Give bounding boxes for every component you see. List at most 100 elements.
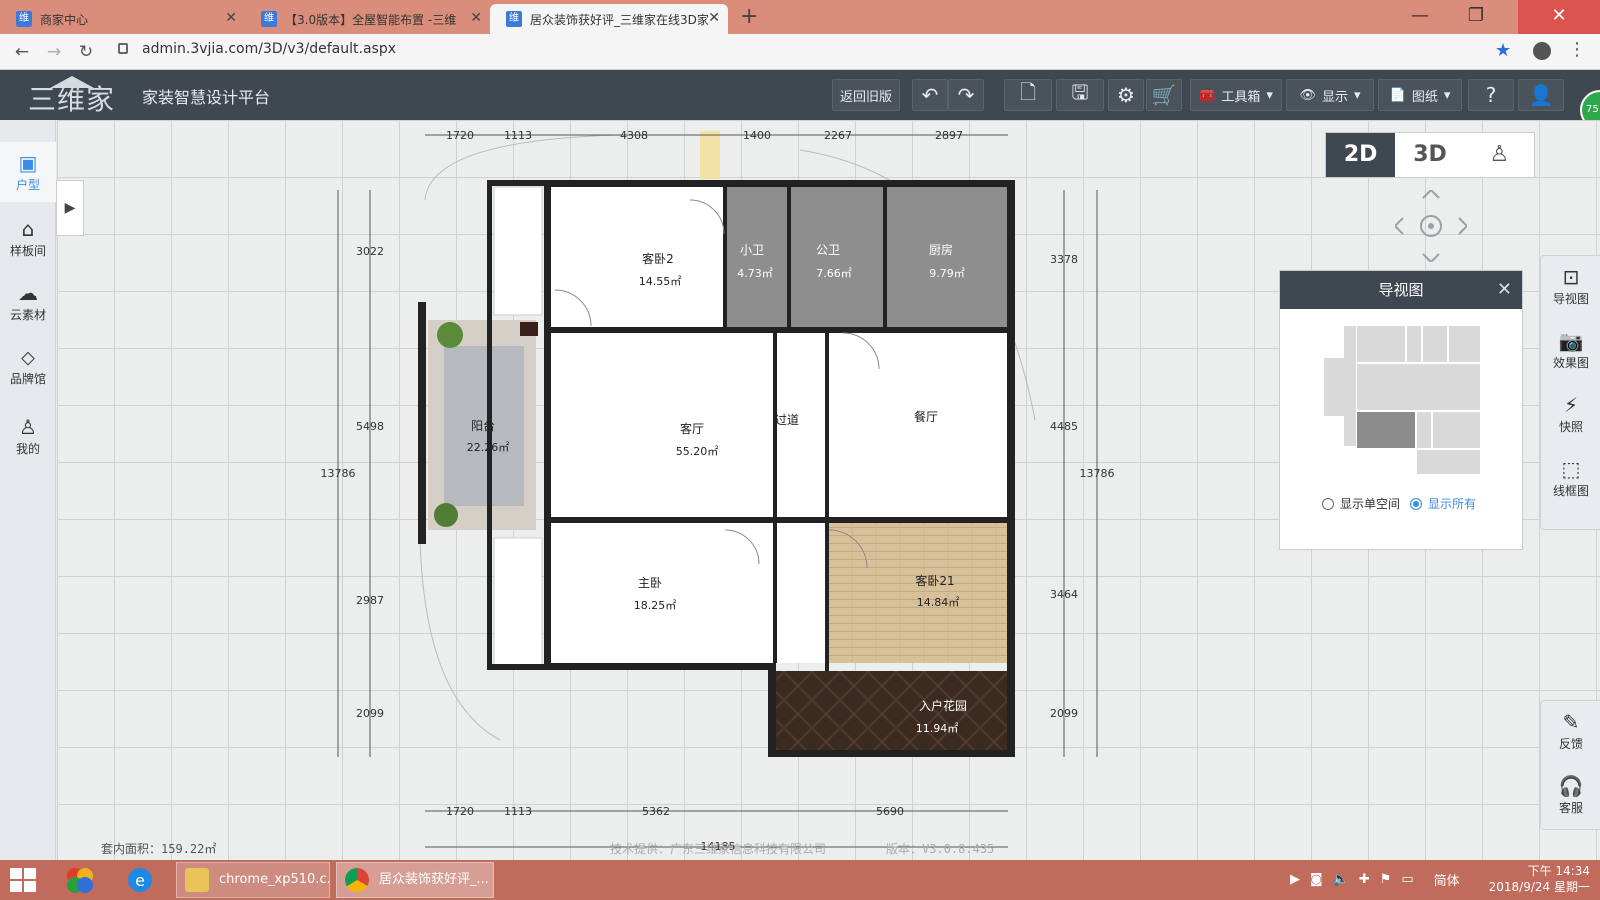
pan-up-icon[interactable] — [1422, 190, 1440, 199]
room-label: 餐厅 — [914, 409, 938, 424]
ime-indicator[interactable]: 简体 — [1434, 870, 1460, 889]
plant-decoration — [434, 503, 458, 527]
skylight — [700, 131, 720, 179]
menu-kebab-icon[interactable]: ⋮ — [1568, 39, 1586, 60]
navigation-pad[interactable] — [1395, 190, 1467, 262]
room-entry-garden[interactable] — [776, 671, 1009, 755]
dimension-label: 3022 — [356, 245, 384, 258]
browser-tab-3[interactable]: 维 居众装饰获好评_三维家在线3D家 ✕ — [490, 4, 728, 34]
radio-button — [1410, 498, 1423, 510]
pinwheel-app-icon[interactable] — [58, 864, 102, 896]
dimension-label: 1113 — [504, 129, 532, 142]
profile-icon[interactable] — [1533, 42, 1551, 60]
tab-close-icon[interactable]: ✕ — [470, 10, 482, 26]
undo-icon[interactable]: ↶ — [912, 79, 948, 111]
room-area: 55.20㎡ — [676, 445, 719, 458]
taskbar-clock[interactable]: 下午 14:34 2018/9/24 星期一 — [1480, 863, 1590, 895]
view-2d-button[interactable]: 2D — [1326, 133, 1396, 177]
back-old-version-button[interactable]: 返回旧版 — [832, 79, 900, 111]
taskbar-task-chrome[interactable]: 居众装饰获好评_... — [336, 862, 494, 898]
back-arrow-icon[interactable]: ← — [10, 40, 34, 64]
browser-tab-1[interactable]: 维 商家中心 ✕ — [0, 4, 245, 34]
pan-left-icon[interactable] — [1395, 217, 1404, 235]
panel-expand-button[interactable]: ▶ — [56, 180, 84, 236]
sidebar-item-brand[interactable]: ⬦ 品牌馆 — [0, 336, 56, 396]
sidebar-item-mine[interactable]: ♙ 我的 — [0, 406, 56, 466]
sidebar-item-floorplan[interactable]: ▣ 户型 — [0, 142, 56, 202]
tray-arrow-icon[interactable]: ▶ — [1290, 872, 1300, 887]
save-icon[interactable]: 🖫 — [1056, 79, 1104, 111]
room-living[interactable] — [548, 333, 773, 519]
view-walk-button[interactable]: ♙ — [1465, 133, 1534, 177]
display-button[interactable]: 👁 显示 ▾ — [1286, 79, 1374, 111]
pan-down-icon[interactable] — [1422, 253, 1440, 262]
tool-support[interactable]: 🎧 客服 — [1541, 767, 1600, 829]
user-menu-icon[interactable]: 👤 — [1518, 79, 1564, 111]
room-guest-bedroom-21[interactable] — [829, 523, 1009, 663]
taskbar-task-folder[interactable]: chrome_xp510.c... — [176, 862, 330, 898]
tool-render[interactable]: 📷 效果图 — [1541, 322, 1600, 384]
drawings-button[interactable]: 📄 图纸 ▾ — [1378, 79, 1462, 111]
room-label: 过道 — [775, 413, 799, 427]
dimension-total: 13786 — [321, 467, 356, 480]
room-area: 7.66㎡ — [816, 267, 852, 280]
snapshot-icon: ⚡ — [1563, 393, 1579, 417]
forward-arrow-icon[interactable]: → — [42, 40, 66, 64]
sidebar-item-showroom[interactable]: ⌂ 样板间 — [0, 208, 56, 268]
show-single-space-radio[interactable]: 显示单空间 — [1322, 495, 1400, 512]
flag-icon[interactable]: ⚑ — [1380, 872, 1392, 887]
close-window-button[interactable]: ✕ — [1518, 0, 1600, 34]
room-guest-bedroom-2[interactable] — [548, 185, 726, 327]
tray-plus-icon[interactable]: ✚ — [1359, 872, 1370, 887]
tool-feedback[interactable]: ✎ 反馈 — [1541, 703, 1600, 765]
tray-app-icon[interactable]: ◙ — [1310, 872, 1323, 887]
task-label: 居众装饰获好评_... — [379, 872, 489, 887]
tool-snapshot[interactable]: ⚡ 快照 — [1541, 386, 1600, 448]
room-master-bedroom[interactable] — [548, 523, 773, 663]
tab-title: 居众装饰获好评_三维家在线3D家 — [530, 12, 709, 27]
ie-browser-icon[interactable]: e — [118, 864, 162, 896]
toolbox-button[interactable]: 🧰 工具箱 ▾ — [1190, 79, 1282, 111]
room-label: 客卧2 — [642, 251, 674, 266]
view-3d-button[interactable]: 3D — [1395, 133, 1464, 177]
windows-start-icon[interactable] — [8, 866, 38, 894]
url-field[interactable]: admin.3vjia.com/3D/v3/default.aspx — [118, 41, 396, 57]
briefcase-icon: 🧰 — [1199, 87, 1216, 103]
tool-wireframe[interactable]: ⬚ 线框图 — [1541, 450, 1600, 512]
tab-close-icon[interactable]: ✕ — [708, 10, 720, 26]
minimap[interactable] — [1324, 326, 1480, 476]
room-corridor-lower — [777, 523, 825, 663]
cart-icon[interactable]: 🛒 — [1146, 79, 1182, 111]
center-dot — [1428, 223, 1434, 229]
tab-close-icon[interactable]: ✕ — [225, 10, 237, 26]
room-dining[interactable] — [829, 333, 1009, 519]
pan-right-icon[interactable] — [1458, 217, 1467, 235]
new-file-icon[interactable]: 🗋 — [1004, 79, 1052, 111]
browser-tab-2[interactable]: 维 【3.0版本】全屋智能布置 -三维 ✕ — [245, 4, 490, 34]
show-all-radio[interactable]: 显示所有 — [1410, 495, 1476, 512]
room-label: 公卫 — [816, 243, 840, 257]
maximize-button[interactable]: ❐ — [1448, 0, 1504, 34]
volume-icon[interactable]: 🔈 — [1333, 872, 1349, 887]
sidebar-item-cloud[interactable]: ☁ 云素材 — [0, 272, 56, 332]
right-support-toolbar: ✎ 反馈 🎧 客服 — [1540, 700, 1600, 830]
redo-icon[interactable]: ↷ — [948, 79, 984, 111]
url-text: admin.3vjia.com/3D/v3/default.aspx — [142, 41, 397, 57]
new-tab-button[interactable]: + — [740, 4, 758, 29]
total-area: 套内面积：159.22㎡ — [101, 842, 217, 856]
headset-icon: 🎧 — [1558, 774, 1584, 798]
view-mode-switch: 2D 3D ♙ — [1325, 132, 1535, 178]
feedback-icon: ✎ — [1562, 710, 1580, 734]
reload-icon[interactable]: ↻ — [74, 40, 98, 64]
tool-minimap[interactable]: ⊡ 导视图 — [1541, 258, 1600, 320]
camera-icon: 📷 — [1558, 329, 1584, 353]
brand-logo[interactable]: 三维家 — [28, 76, 115, 118]
room-area: 22.26㎡ — [467, 441, 510, 454]
bookmark-star-icon[interactable]: ★ — [1495, 40, 1511, 61]
close-icon[interactable]: ✕ — [1497, 271, 1512, 309]
minimize-button[interactable]: — — [1392, 0, 1448, 34]
caret-right-icon: ▶ — [64, 200, 76, 216]
settings-gear-icon[interactable]: ⚙ — [1108, 79, 1144, 111]
help-icon[interactable]: ? — [1468, 79, 1514, 111]
network-icon[interactable]: ▭ — [1401, 872, 1413, 887]
